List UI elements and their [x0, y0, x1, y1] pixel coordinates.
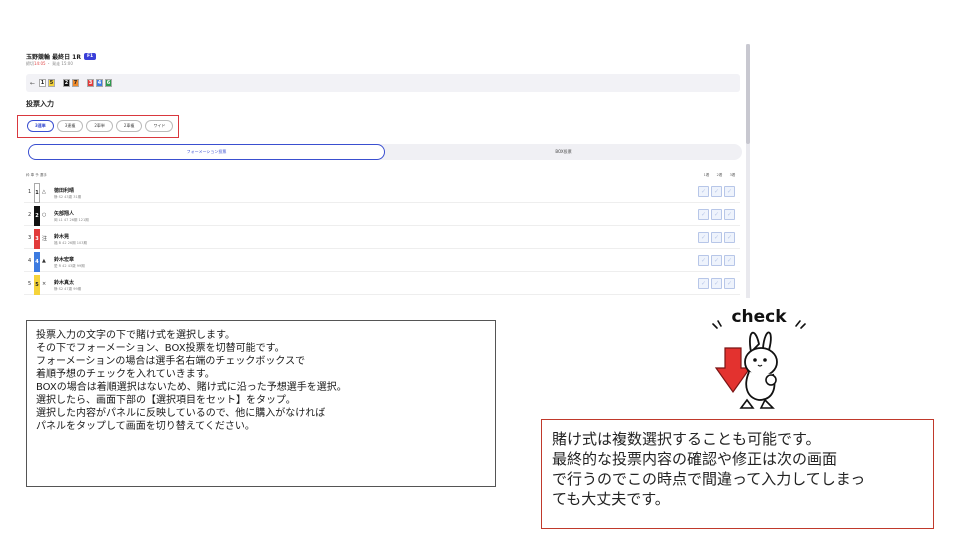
mascot-check-label: check	[731, 307, 787, 327]
rider-name: 鈴木宏章	[54, 257, 75, 263]
explanation-line: 投票入力の文字の下で賭け式を選択します。	[36, 330, 235, 341]
bet-number: 2	[63, 79, 71, 87]
third-place-checkbox[interactable]: ✓	[724, 278, 735, 289]
rider-prediction-mark: ▲	[42, 258, 46, 264]
rider-prediction-mark: ×	[42, 281, 47, 287]
bet-number: 3	[87, 79, 95, 87]
race-title-text: 玉野競輪 最終日 1R	[26, 54, 81, 61]
rider-car-number: 5	[34, 275, 40, 295]
rider-frame-number: 4	[28, 258, 32, 264]
rider-car-number: 2	[34, 206, 40, 226]
finish-checkboxes: ✓ ✓ ✓	[698, 278, 735, 289]
third-place-checkbox[interactable]: ✓	[724, 209, 735, 220]
explanation-line: 着順予想のチェックを入れていきます。	[36, 369, 215, 380]
section-title: 投票入力	[26, 100, 54, 108]
first-place-checkbox[interactable]: ✓	[698, 255, 709, 266]
third-place-checkbox[interactable]: ✓	[724, 186, 735, 197]
rider-row: 5 5 × 鈴木真太静 S2 47歳 99期 ✓ ✓ ✓	[24, 275, 740, 295]
rider-detail: 静 S2 43歳 31期	[54, 195, 82, 199]
box-mode-button[interactable]: BOX投票	[385, 144, 742, 160]
explanation-line: フォーメーションの場合は選手名右端のチェックボックスで	[36, 356, 306, 367]
rider-row: 3 3 注鈴木晃福 B 42 26期 103期 ✓ ✓ ✓	[24, 229, 740, 249]
first-place-checkbox[interactable]: ✓	[698, 278, 709, 289]
note-line: 最終的な投票内容の確認や修正は次の画面	[552, 450, 838, 468]
rider-prediction-mark: △	[42, 189, 46, 195]
rider-columns-label: 枠 車 予 選手	[26, 173, 47, 177]
explanation-line: BOXの場合は着順選択はないため、賭け式に沿った予想選手を選択。	[36, 382, 347, 393]
second-place-checkbox[interactable]: ✓	[711, 255, 722, 266]
selected-bet-panel[interactable]: ← 1527346	[26, 74, 740, 92]
rider-row: 4 4 ▲ 鈴木宏章愛 R 42 43歳 99期 ✓ ✓ ✓	[24, 252, 740, 272]
bet-number: 6	[105, 79, 113, 87]
rider-table-header: 枠 車 予 選手 1着 2着 3着	[26, 173, 742, 181]
rider-frame-number: 1	[28, 189, 32, 195]
rider-detail: 福 B 42 26期 103期	[54, 241, 87, 245]
rider-name: 矢部翔人	[54, 211, 75, 217]
race-title: 玉野競輪 最終日 1R F1	[26, 52, 97, 61]
second-place-checkbox[interactable]: ✓	[711, 232, 722, 243]
bet-number: 4	[96, 79, 104, 87]
note-line: 賭け式は複数選択することも可能です。	[552, 430, 821, 448]
finish-checkboxes: ✓ ✓ ✓	[698, 209, 735, 220]
note-line: で行うのでこの時点で間違って入力してしまっ	[552, 470, 866, 488]
rider-car-number: 4	[34, 252, 40, 272]
explanation-box: 投票入力の文字の下で賭け式を選択します。その下でフォーメーション、BOX投票を切…	[26, 320, 496, 487]
race-grade-badge: F1	[83, 53, 97, 60]
finish-checkboxes: ✓ ✓ ✓	[698, 186, 735, 197]
race-schedule-prefix: 締切	[26, 61, 34, 66]
vote-mode-toggle: フォーメーション投票 BOX投票	[28, 144, 742, 160]
race-schedule: 締切14:05 ・ 発走 15:00	[26, 61, 73, 67]
bet-type-highlight-frame	[17, 115, 179, 138]
finish-checkboxes: ✓ ✓ ✓	[698, 232, 735, 243]
rider-detail: 岡 L1 47 26期 121期	[54, 218, 89, 222]
finish-column-3: 3着	[729, 173, 736, 177]
rider-car-number: 1	[34, 183, 40, 203]
rabbit-check-mascot-icon: check	[703, 300, 823, 415]
bet-number: 7	[72, 79, 80, 87]
rider-name: 鈴木晃	[54, 234, 70, 240]
explanation-line: 選択したら、画面下部の【選択項目をセット】をタップ。	[36, 395, 296, 406]
rider-name: 徳田利晴	[54, 188, 75, 194]
app-screenshot: 玉野競輪 最終日 1R F1 締切14:05 ・ 発走 15:00 ← 1527…	[24, 44, 748, 298]
rider-name: 鈴木真太	[54, 280, 75, 286]
first-place-checkbox[interactable]: ✓	[698, 232, 709, 243]
back-arrow-icon[interactable]: ←	[30, 80, 35, 87]
first-place-checkbox[interactable]: ✓	[698, 209, 709, 220]
note-box: 賭け式は複数選択することも可能です。 最終的な投票内容の確認や修正は次の画面で行う…	[541, 419, 934, 529]
rider-detail: 愛 R 42 43歳 99期	[54, 264, 85, 268]
bet-number: 1	[39, 79, 47, 87]
scrollbar[interactable]	[746, 44, 750, 298]
rider-frame-number: 2	[28, 212, 32, 218]
rider-row: 2 2 ○ 矢部翔人岡 L1 47 26期 121期 ✓ ✓ ✓	[24, 206, 740, 226]
finish-column-1: 1着	[703, 173, 710, 177]
explanation-line: 選択した内容がパネルに反映しているので、他に購入がなければ	[36, 408, 326, 419]
scrollbar-thumb[interactable]	[746, 44, 750, 144]
finish-columns: 1着 2着 3着	[700, 173, 739, 178]
explanation-line: その下でフォーメーション、BOX投票を切替可能です。	[36, 343, 285, 354]
rider-prediction-mark: 注	[42, 236, 48, 242]
bet-number: 5	[48, 79, 56, 87]
rider-prediction-mark: ○	[42, 212, 47, 218]
third-place-checkbox[interactable]: ✓	[724, 232, 735, 243]
finish-checkboxes: ✓ ✓ ✓	[698, 255, 735, 266]
third-place-checkbox[interactable]: ✓	[724, 255, 735, 266]
race-schedule-suffix: ・ 発走 15:00	[45, 61, 73, 66]
race-deadline: 14:05	[34, 61, 46, 66]
second-place-checkbox[interactable]: ✓	[711, 186, 722, 197]
explanation-line: パネルをタップして画面を切り替えてください。	[36, 421, 255, 432]
formation-mode-button[interactable]: フォーメーション投票	[28, 144, 385, 160]
rider-detail: 静 S2 47歳 99期	[54, 287, 82, 291]
note-line: ても大丈夫です。	[552, 490, 670, 508]
rider-car-number: 3	[34, 229, 40, 249]
first-place-checkbox[interactable]: ✓	[698, 186, 709, 197]
rider-row: 1 1 △ 徳田利晴静 S2 43歳 31期 ✓ ✓ ✓	[24, 183, 740, 203]
second-place-checkbox[interactable]: ✓	[711, 278, 722, 289]
finish-column-2: 2着	[716, 173, 723, 177]
second-place-checkbox[interactable]: ✓	[711, 209, 722, 220]
rider-frame-number: 3	[28, 235, 32, 241]
rider-frame-number: 5	[28, 281, 32, 287]
